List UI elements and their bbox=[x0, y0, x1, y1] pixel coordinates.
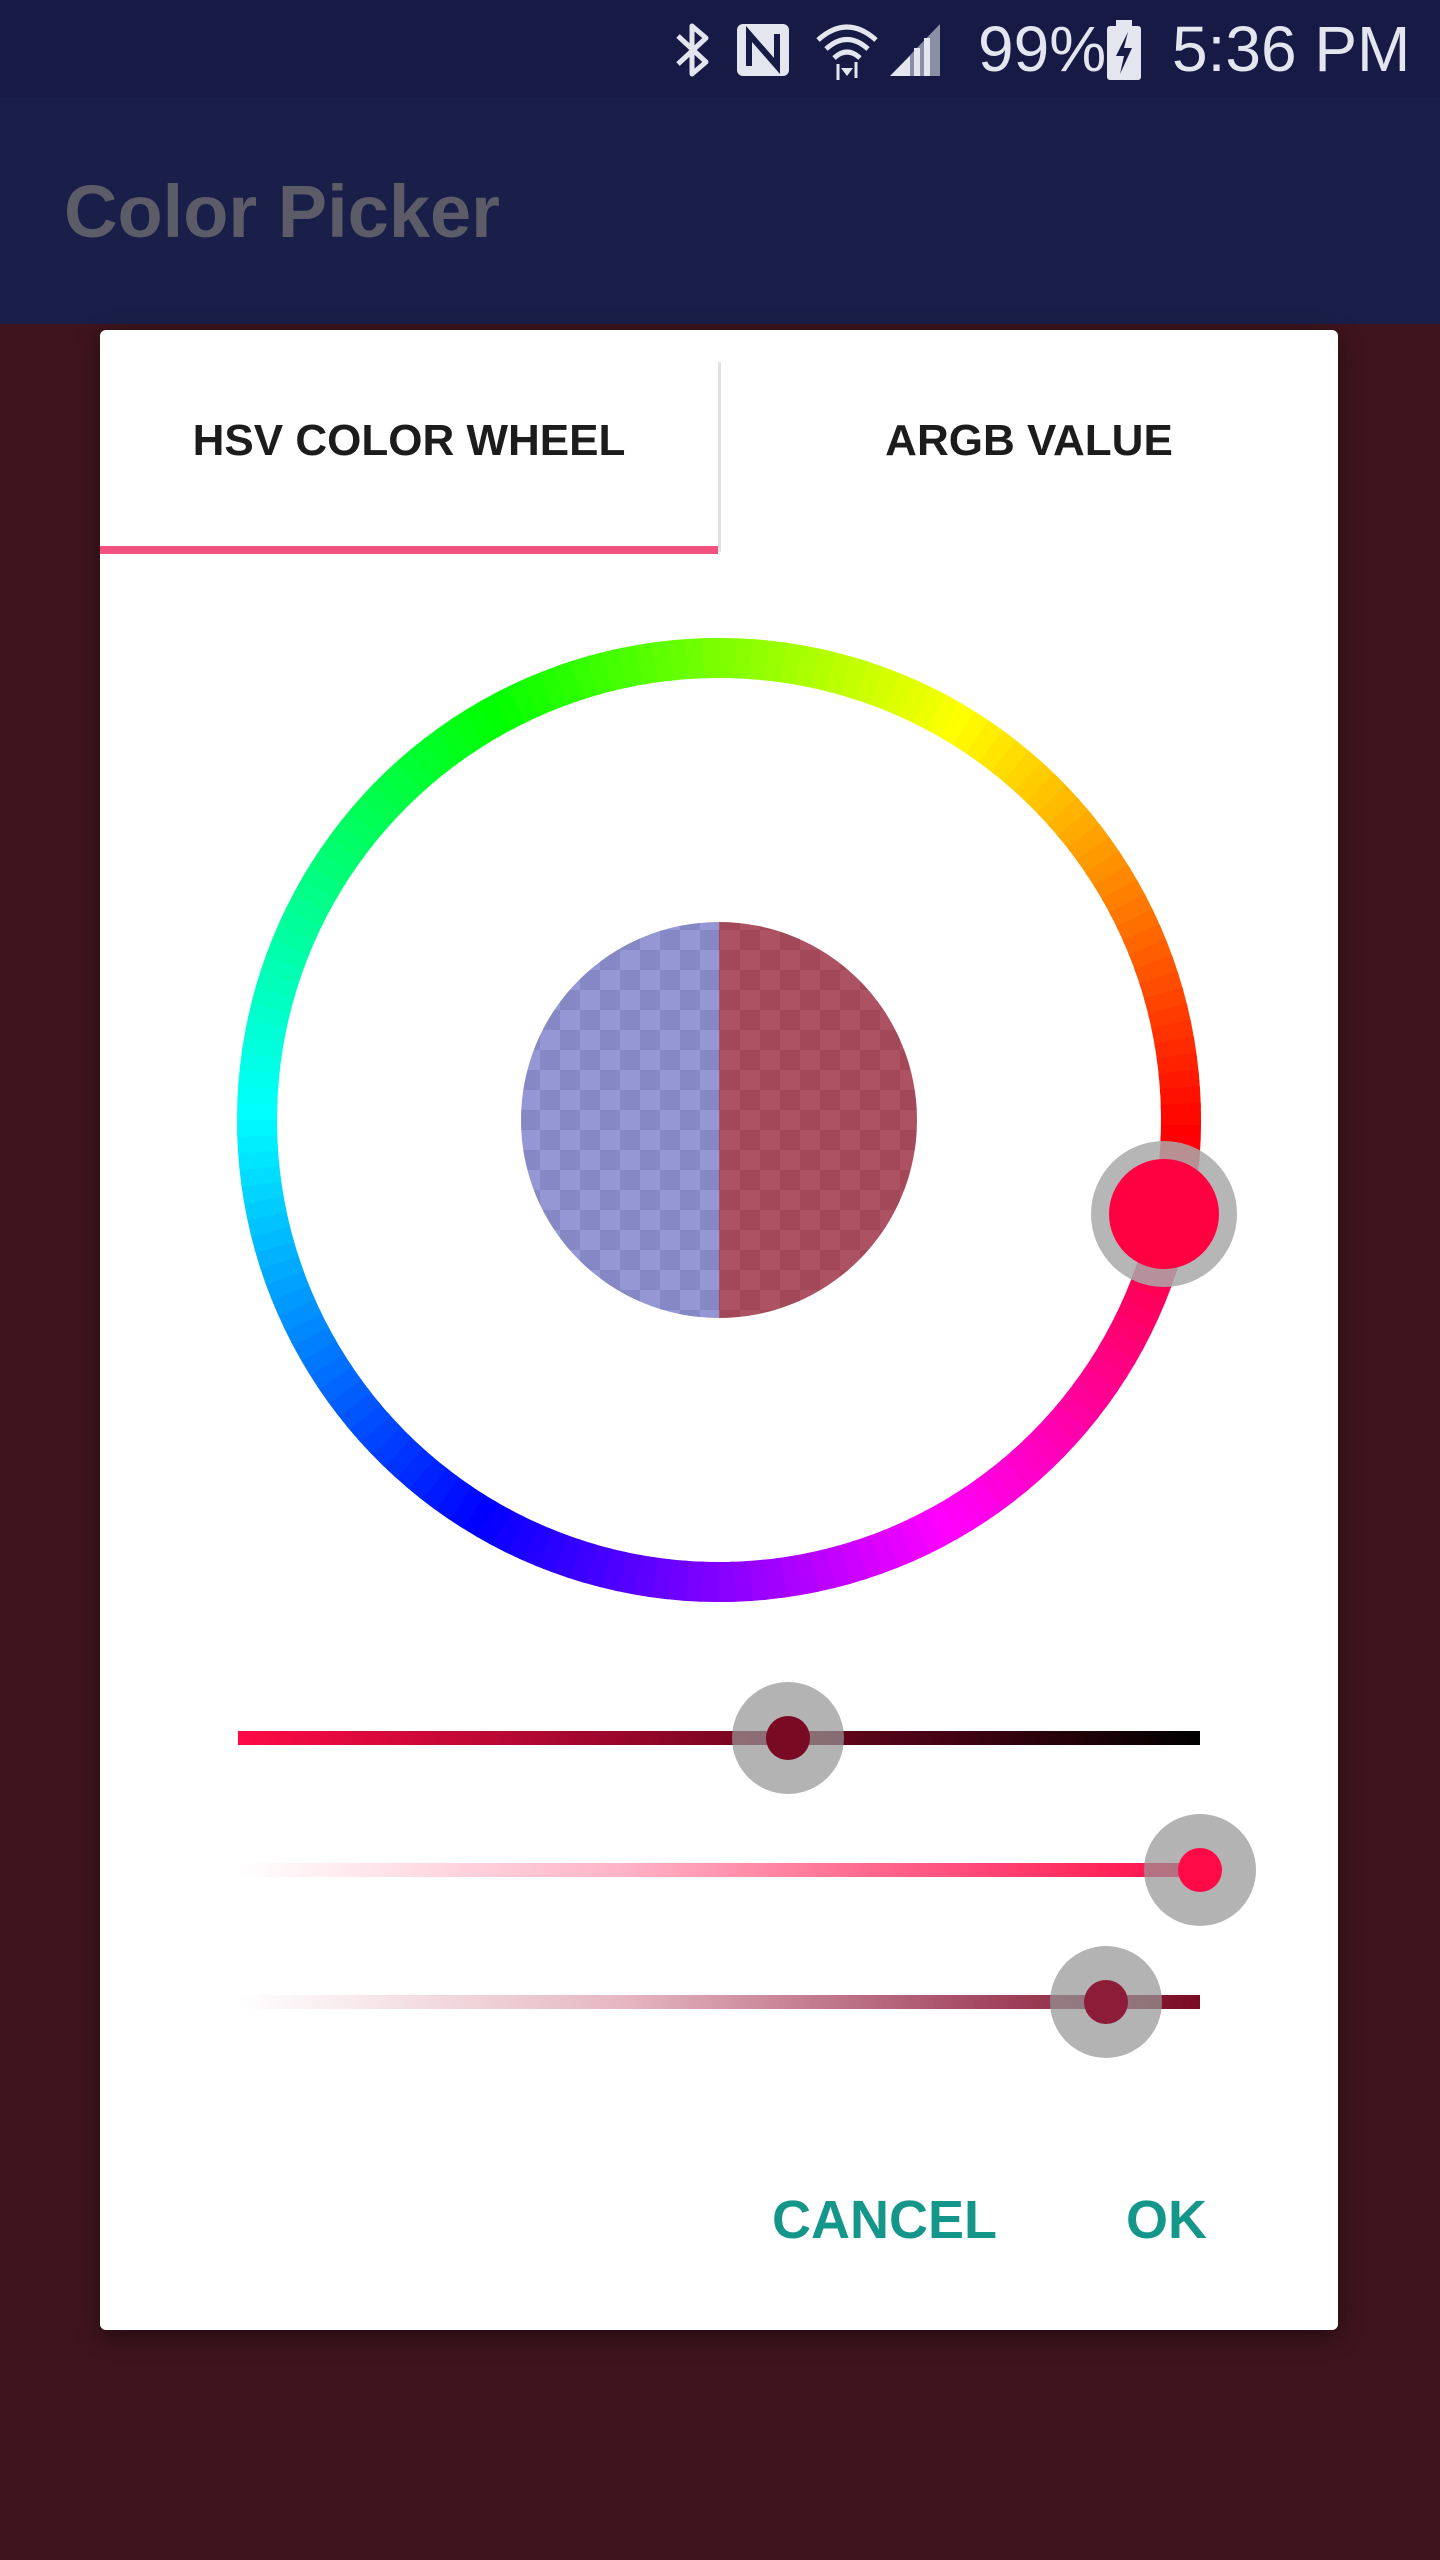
app-title: Color Picker bbox=[64, 170, 500, 253]
battery-percentage: 99% bbox=[978, 13, 1107, 85]
value-slider[interactable] bbox=[230, 1678, 1210, 1798]
wifi-icon bbox=[816, 24, 878, 80]
battery-charging-icon bbox=[1107, 20, 1141, 80]
alpha-slider-thumb[interactable] bbox=[1084, 1980, 1128, 2024]
saturation-slider-track[interactable] bbox=[238, 1863, 1200, 1877]
hue-thumb[interactable] bbox=[1109, 1159, 1219, 1269]
preview-old-color bbox=[521, 922, 719, 1318]
preview-new-color bbox=[719, 922, 917, 1318]
status-bar: 99% 5:36 PM bbox=[0, 0, 1440, 98]
saturation-slider[interactable] bbox=[230, 1810, 1256, 1930]
cancel-button[interactable]: CANCEL bbox=[772, 2170, 997, 2270]
nfc-icon bbox=[737, 24, 789, 76]
value-slider-track[interactable] bbox=[238, 1731, 1200, 1745]
app-bar: Color Picker bbox=[0, 98, 1440, 324]
color-picker-dialog: HSV COLOR WHEEL ARGB VALUE CANCEL OK bbox=[100, 330, 1338, 2330]
clock: 5:36 PM bbox=[1172, 13, 1411, 85]
hsv-color-wheel[interactable] bbox=[100, 330, 1338, 1602]
value-slider-thumb[interactable] bbox=[766, 1716, 810, 1760]
saturation-slider-thumb[interactable] bbox=[1178, 1848, 1222, 1892]
color-preview bbox=[521, 922, 917, 1318]
alpha-slider[interactable] bbox=[230, 1942, 1210, 2062]
ok-button[interactable]: OK bbox=[1126, 2170, 1207, 2270]
signal-icon bbox=[890, 24, 940, 76]
bluetooth-icon bbox=[676, 23, 709, 77]
